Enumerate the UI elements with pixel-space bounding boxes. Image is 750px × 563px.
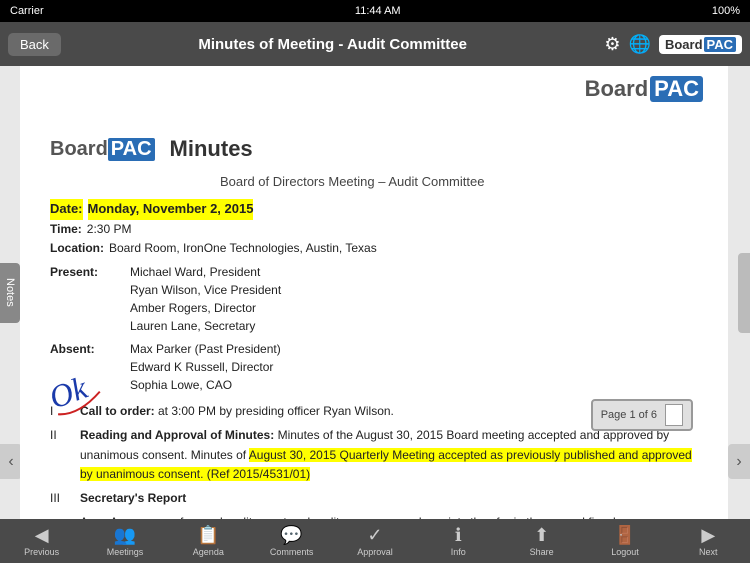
scroll-indicator[interactable] (738, 253, 750, 333)
toolbar-meetings[interactable]: 👥 Meetings (95, 525, 155, 557)
nav-icons: ⚙ 🌐 BoardPAC (604, 34, 742, 55)
toolbar-logout[interactable]: 🚪 Logout (595, 525, 655, 557)
toolbar-agenda[interactable]: 📋 Agenda (178, 525, 238, 557)
absent-names: Max Parker (Past President) Edward K Rus… (130, 340, 281, 394)
present-label: Present: (50, 263, 130, 335)
toolbar-info-label: Info (451, 547, 466, 557)
toolbar-previous[interactable]: ◀ Previous (12, 525, 72, 557)
comments-icon: 💬 (280, 525, 302, 546)
toolbar-previous-label: Previous (24, 547, 59, 557)
logo-pac-main: PAC (650, 76, 703, 102)
doc-body: Date: Monday, November 2, 2015 Time: 2:3… (50, 199, 703, 519)
time-label: Time: (50, 220, 82, 239)
right-arrow-button[interactable]: › (728, 444, 750, 479)
toolbar-comments[interactable]: 💬 Comments (262, 525, 322, 557)
toolbar-logout-label: Logout (611, 547, 639, 557)
toolbar-meetings-label: Meetings (107, 547, 144, 557)
toolbar-info[interactable]: ℹ Info (428, 525, 488, 557)
toolbar-next[interactable]: ▶ Next (678, 525, 738, 557)
present-names: Michael Ward, President Ryan Wilson, Vic… (130, 263, 281, 335)
time-line: Time: 2:30 PM (50, 220, 703, 239)
document-area: Board PAC Board PAC Minutes Board of Dir… (20, 66, 728, 519)
section-iii: III Secretary's Report (50, 489, 703, 508)
location-line: Location: Board Room, IronOne Technologi… (50, 239, 703, 258)
location-value: Board Room, IronOne Technologies, Austin… (109, 239, 377, 258)
nav-bar: Back Minutes of Meeting - Audit Committe… (0, 22, 750, 66)
toolbar-agenda-label: Agenda (193, 547, 224, 557)
list-item: Amber Rogers, Director (130, 299, 281, 317)
doc-title: Minutes (170, 136, 253, 162)
section-num-ii: II (50, 426, 70, 484)
logo-board-main: Board (585, 76, 649, 102)
battery-label: 100% (712, 5, 740, 17)
toolbar-approval[interactable]: ✓ Approval (345, 525, 405, 557)
highlight-text: August 30, 2015 Quarterly Meeting accept… (80, 448, 692, 481)
section-a: A. A summary of annual audit report and … (50, 513, 703, 519)
agenda-icon: 📋 (197, 525, 219, 546)
list-item: Ryan Wilson, Vice President (130, 281, 281, 299)
section-num-a: A. (80, 513, 100, 519)
section-ii: II Reading and Approval of Minutes: Minu… (50, 426, 703, 484)
location-label: Location: (50, 239, 104, 258)
back-button[interactable]: Back (8, 33, 61, 56)
list-item: Max Parker (Past President) (130, 340, 281, 358)
left-arrow-button[interactable]: ‹ (0, 444, 22, 479)
boardpac-logo-main: Board PAC (585, 76, 703, 102)
date-label: Date: (50, 199, 83, 220)
share-icon: ⬆ (534, 525, 549, 546)
globe-icon[interactable]: 🌐 (629, 34, 651, 55)
settings-icon[interactable]: ⚙ (604, 34, 620, 55)
section-text-iii: Secretary's Report (80, 489, 703, 508)
toolbar-next-label: Next (699, 547, 718, 557)
nav-title: Minutes of Meeting - Audit Committee (61, 36, 604, 53)
logout-icon: 🚪 (614, 525, 636, 546)
toolbar-approval-label: Approval (357, 547, 393, 557)
boardpac-logo-nav: BoardPAC (659, 35, 742, 54)
section-text-a: A summary of annual audit report and aud… (110, 513, 703, 519)
inline-logo-board: Board (50, 138, 108, 161)
time-value: 2:30 PM (87, 220, 132, 239)
approval-icon: ✓ (367, 525, 382, 546)
section-text-ii: Reading and Approval of Minutes: Minutes… (80, 426, 703, 484)
logo-pac-nav: PAC (704, 37, 736, 52)
list-item: Michael Ward, President (130, 263, 281, 281)
doc-content: Board PAC Minutes Board of Directors Mee… (50, 81, 703, 519)
inline-logo-pac: PAC (108, 138, 155, 161)
toolbar-share[interactable]: ⬆ Share (512, 525, 572, 557)
main-area: Notes ‹ Board PAC Board PAC Minutes Boar… (0, 66, 750, 519)
list-item: Lauren Lane, Secretary (130, 317, 281, 335)
meetings-icon: 👥 (114, 525, 136, 546)
logo-board-nav: Board (665, 37, 703, 52)
bottom-toolbar: ◀ Previous 👥 Meetings 📋 Agenda 💬 Comment… (0, 519, 750, 563)
section-num-iii: III (50, 489, 70, 508)
notes-tab[interactable]: Notes (0, 263, 20, 323)
toolbar-share-label: Share (530, 547, 554, 557)
previous-icon: ◀ (35, 525, 49, 546)
carrier-label: Carrier (10, 5, 44, 17)
doc-inline-logo: Board PAC (50, 138, 155, 161)
date-value: Monday, November 2, 2015 (88, 199, 254, 220)
absent-section: Absent: Max Parker (Past President) Edwa… (50, 340, 703, 394)
present-section: Present: Michael Ward, President Ryan Wi… (50, 263, 703, 335)
time-label: 11:44 AM (355, 5, 401, 17)
info-icon: ℹ (455, 525, 462, 546)
next-icon: ▶ (701, 525, 715, 546)
status-bar: Carrier 11:44 AM 100% (0, 0, 750, 22)
toolbar-comments-label: Comments (270, 547, 314, 557)
list-item: Edward K Russell, Director (130, 358, 281, 376)
page-badge-label: Page 1 of 6 (601, 409, 657, 421)
date-line: Date: Monday, November 2, 2015 (50, 199, 703, 220)
handwritten-ok-annotation: Ok (40, 356, 111, 433)
list-item: Sophia Lowe, CAO (130, 376, 281, 394)
page-badge: Page 1 of 6 (591, 399, 693, 431)
doc-subtitle: Board of Directors Meeting – Audit Commi… (50, 174, 703, 189)
svg-text:Ok: Ok (44, 369, 92, 416)
page-icon (665, 404, 683, 426)
